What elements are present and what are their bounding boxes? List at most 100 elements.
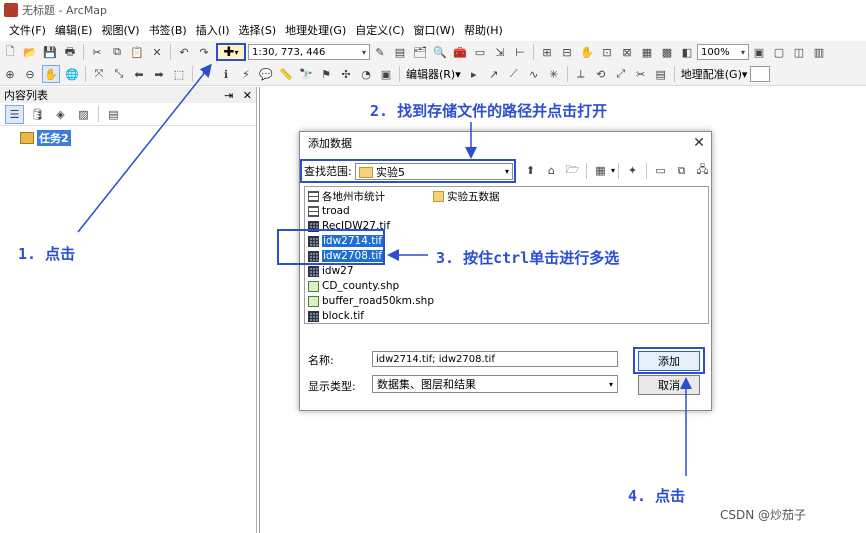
home-icon[interactable]: ⌂ [543,162,560,179]
delete-icon[interactable]: ✕ [149,44,165,60]
find-icon[interactable]: 🔭 [298,66,314,82]
time-slider-icon[interactable]: ◔ [358,66,374,82]
editor-toolbar-icon[interactable]: ✎ [372,44,388,60]
close-icon[interactable]: ✕ [687,135,711,151]
zoom-out-icon[interactable]: ⊖ [22,66,38,82]
split-tool-icon[interactable]: ⟂ [573,66,589,82]
focus-frame-icon[interactable]: ▢ [771,44,787,60]
options-icon[interactable]: ▤ [104,105,123,124]
fixed-zoom-in-icon[interactable]: ⤧ [91,66,107,82]
change-layout-icon[interactable]: ◫ [791,44,807,60]
menu-help[interactable]: 帮助(H) [464,22,503,38]
edit-tool-icon[interactable]: ▸ [466,66,482,82]
layout-full-icon[interactable]: ▦ [639,44,655,60]
trace-icon[interactable]: ∿ [526,66,542,82]
zoom-in-icon[interactable]: ⊕ [2,66,18,82]
list-item[interactable]: 各地州市统计 [308,189,385,203]
fixed-zoom-out-icon[interactable]: ⤡ [111,66,127,82]
layout-zoom-out-icon[interactable]: ⊠ [619,44,635,60]
close-icon[interactable]: ✕ [243,89,252,102]
menu-windows[interactable]: 窗口(W) [414,22,455,38]
rotate-icon[interactable]: ⟲ [593,66,609,82]
new-document-icon[interactable]: 🗋 [2,44,18,60]
list-item[interactable]: idw27 [308,264,354,278]
data-frame-item[interactable]: 任务2 [20,130,256,146]
connect-server-icon[interactable]: 🖧 [694,162,711,179]
back-extent-icon[interactable]: ⬅ [131,66,147,82]
layout-tool-icon[interactable]: ⊞ [539,44,555,60]
list-item[interactable]: 实验五数据 [433,189,500,203]
select-elements-icon[interactable]: ↖ [198,66,214,82]
list-item[interactable]: CD_county.shp [308,279,399,293]
view-list-icon[interactable]: ▦ [592,162,609,179]
point-icon[interactable]: ✳ [546,66,562,82]
layout-tool-icon[interactable]: ⊟ [559,44,575,60]
hyperlink-icon[interactable]: ⚡ [238,66,254,82]
edit-annotation-icon[interactable]: ↗ [486,66,502,82]
list-by-visibility-icon[interactable]: ◈ [51,105,70,124]
cut-icon[interactable]: ✂ [89,44,105,60]
cancel-button[interactable]: 取消 [638,375,700,395]
pan-icon[interactable]: ✋ [42,65,60,83]
toggle-draft-icon[interactable]: ▣ [751,44,767,60]
toc-window-icon[interactable]: ▤ [392,44,408,60]
copy-icon[interactable]: ⧉ [109,44,125,60]
show-type-combo[interactable]: 数据集、图层和结果 ▾ [372,375,618,393]
measure-icon[interactable]: 📏 [278,66,294,82]
add-data-button[interactable]: ✚ ▾ [216,43,246,61]
menu-view[interactable]: 视图(V) [101,22,139,38]
up-one-level-icon[interactable]: ⬆ [522,162,539,179]
layout-back-icon[interactable]: ◧ [679,44,695,60]
undo-icon[interactable]: ↶ [176,44,192,60]
data-driven-pages-icon[interactable]: ▥ [811,44,827,60]
catalog-window-icon[interactable]: 🗂 [412,44,428,60]
layout-grid-icon[interactable]: ▩ [659,44,675,60]
straight-segment-icon[interactable]: ⟋ [506,66,522,82]
menu-geoprocessing[interactable]: 地理处理(G) [285,22,346,38]
go-to-xy-icon[interactable]: ✣ [338,66,354,82]
forward-extent-icon[interactable]: ➡ [151,66,167,82]
list-by-source-icon[interactable]: 🛢 [28,105,47,124]
attributes-icon[interactable]: ▤ [653,66,669,82]
list-by-drawing-order-icon[interactable]: ☰ [5,104,24,124]
model-builder-icon[interactable]: ⇲ [492,44,508,60]
python-window-icon[interactable]: ▭ [472,44,488,60]
layout-zoom-icon[interactable]: ⊡ [599,44,615,60]
search-window-icon[interactable]: 🔍 [432,44,448,60]
paste-icon[interactable]: 📋 [129,44,145,60]
pin-icon[interactable]: ⇥ [224,89,233,102]
list-by-selection-icon[interactable]: ▨ [74,105,93,124]
add-button[interactable]: 添加 [638,351,700,371]
catalog-tree-icon[interactable]: ▭ [652,162,669,179]
chevron-down-icon[interactable]: ▾ [611,166,615,175]
save-icon[interactable]: 💾 [42,44,58,60]
open-icon[interactable]: 📂 [22,44,38,60]
copy-icon[interactable]: ⧉ [673,162,690,179]
menu-customize[interactable]: 自定义(C) [355,22,404,38]
list-item[interactable]: buffer_road50km.shp [308,294,434,308]
cut-polygons-icon[interactable]: ✂ [633,66,649,82]
reshape-icon[interactable]: ⤢ [613,66,629,82]
menu-edit[interactable]: 编辑(E) [55,22,93,38]
menu-file[interactable]: 文件(F) [9,22,46,38]
topology-icon[interactable]: ⊢ [512,44,528,60]
layout-pan-icon[interactable]: ✋ [579,44,595,60]
create-viewer-icon[interactable]: ▣ [378,66,394,82]
connect-folder-icon[interactable]: 🗁 [564,162,581,179]
list-item[interactable]: troad [308,204,350,218]
identify-icon[interactable]: ℹ [218,66,234,82]
find-route-icon[interactable]: ⚑ [318,66,334,82]
georeferencing-menu[interactable]: 地理配准(G)▾ [681,66,748,82]
html-popup-icon[interactable]: 💬 [258,66,274,82]
print-icon[interactable]: 🖶 [62,44,78,60]
map-scale-combo[interactable]: 1:30, 773, 446 ▾ [248,44,370,60]
georef-layer-combo[interactable] [750,66,771,82]
editor-menu[interactable]: 编辑器(R)▾ [406,66,461,82]
menu-insert[interactable]: 插入(I) [196,22,230,38]
name-field[interactable]: idw2714.tif; idw2708.tif [372,351,618,367]
full-extent-icon[interactable]: 🌐 [64,66,80,82]
look-in-combo[interactable]: 实验5 ▾ [355,163,513,180]
select-features-icon[interactable]: ⬚ [171,66,187,82]
new-folder-icon[interactable]: ✦ [624,162,641,179]
layout-zoom-combo[interactable]: 100% ▾ [697,44,749,60]
